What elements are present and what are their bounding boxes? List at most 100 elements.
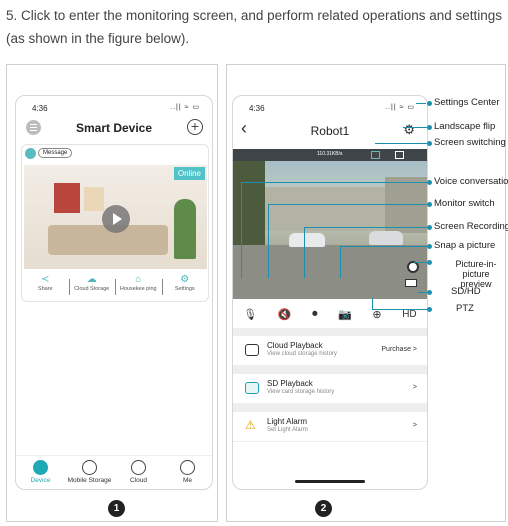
device-actions: ≺ Share ☁ Cloud Storage ⌂ Housekee ping ⚙ Se…: [22, 273, 208, 301]
callout-monitor-switch: Monitor switch: [434, 198, 495, 209]
home-indicator: [295, 480, 365, 483]
callout-line: [241, 182, 427, 183]
phone-screen-monitoring: 4:36 ..|| ≈ ▭ ‹ Robot1 ⚙ 110.31KB/s 🎙 🔇 …: [232, 95, 428, 490]
tab-label: Device: [30, 477, 51, 484]
screen-switch-icon[interactable]: [371, 151, 380, 159]
list-item-sd-playback[interactable]: SD Playback View card storage history >: [233, 374, 427, 404]
callout-dot: [427, 260, 432, 265]
divider: [233, 404, 427, 412]
bitrate-label: 110.31KB/s: [317, 151, 343, 157]
row-subtitle: View cloud storage history: [267, 351, 337, 357]
device-icon: [33, 460, 48, 475]
device-card[interactable]: Message Online ≺ Share ☁ Cloud Storage ⌂ Ho…: [21, 144, 209, 302]
cloud-icon: [131, 460, 146, 475]
callout-line: [304, 227, 305, 278]
row-title: SD Playback: [267, 379, 313, 388]
action-label: Share: [37, 286, 53, 292]
callout-sd-hd: SD/HD: [451, 286, 481, 297]
video-car: [369, 231, 403, 245]
camera-snap-icon[interactable]: 📷: [338, 308, 352, 321]
callout-line: [414, 262, 427, 263]
callout-dot: [427, 202, 432, 207]
signal-battery-icon: ..|| ≈ ▭: [170, 104, 200, 111]
tab-mobile-storage[interactable]: Mobile Storage: [65, 456, 114, 489]
mute-speaker-icon[interactable]: 🔇: [278, 308, 292, 321]
status-time: 4:36: [32, 104, 48, 113]
callout-line: [268, 204, 427, 205]
callout-dot: [427, 101, 432, 106]
camera-thumbnail[interactable]: Online: [24, 165, 207, 269]
step-number-2: 2: [315, 500, 332, 517]
bottom-tab-bar: Device Mobile Storage Cloud Me: [16, 455, 212, 489]
microphone-icon[interactable]: 🎙: [243, 308, 257, 321]
callout-dot: [427, 307, 432, 312]
signal-battery-icon: ..|| ≈ ▭: [385, 104, 415, 111]
cloud-storage-button[interactable]: ☁ Cloud Storage: [68, 273, 116, 301]
thumbnail-plant: [174, 199, 196, 259]
video-building: [265, 187, 385, 231]
hd-toggle[interactable]: HD: [402, 309, 416, 320]
settings-center-button[interactable]: ⚙: [403, 122, 415, 138]
callout-line: [416, 103, 426, 104]
picture-in-picture-icon[interactable]: [405, 279, 417, 287]
callout-dot: [427, 290, 432, 295]
callout-line: [403, 127, 427, 128]
record-icon[interactable]: ⏺: [312, 308, 318, 321]
row-subtitle: Set Light Alarm: [267, 427, 308, 433]
play-icon[interactable]: [102, 205, 130, 233]
callout-ptz: PTZ: [456, 303, 474, 314]
callout-dot: [427, 125, 432, 130]
cloud-playback-icon: [245, 344, 259, 356]
app-header: Smart Device +: [16, 118, 212, 140]
divider: [233, 366, 427, 374]
action-label: Housekee ping: [119, 286, 157, 292]
callout-settings-center: Settings Center: [434, 97, 500, 108]
tab-label: Me: [182, 477, 193, 484]
intro-text: 5. Click to enter the monitoring screen,…: [6, 8, 503, 46]
chevron-right-icon: >: [412, 384, 417, 391]
cloud-icon: ☁: [86, 274, 97, 285]
status-bar: 4:36 ..|| ≈ ▭: [16, 96, 212, 118]
callout-snap-picture: Snap a picture: [434, 240, 496, 251]
tab-label: Mobile Storage: [67, 477, 112, 484]
callout-line: [372, 309, 427, 310]
thumbnail-painting: [54, 183, 80, 213]
video-car: [289, 233, 325, 247]
landscape-flip-icon[interactable]: [395, 151, 404, 159]
purchase-link[interactable]: Purchase >: [381, 346, 417, 353]
add-device-button[interactable]: +: [187, 119, 203, 135]
live-video-view[interactable]: 110.31KB/s: [233, 149, 427, 299]
thumbnail-painting: [84, 187, 104, 211]
alarm-light-icon: ⚠: [245, 418, 256, 432]
playback-list: Cloud Playback View cloud storage histor…: [233, 328, 427, 442]
message-badge[interactable]: Message: [38, 148, 73, 158]
video-controls: 🎙 🔇 ⏺ 📷 ⊕ HD: [233, 303, 427, 325]
page-title: Smart Device: [75, 121, 153, 135]
tab-me[interactable]: Me: [163, 456, 212, 489]
list-item-light-alarm[interactable]: ⚠ Light Alarm Set Light Alarm >: [233, 412, 427, 442]
action-label: Cloud Storage: [74, 286, 110, 292]
sd-playback-icon: [245, 382, 259, 394]
callout-landscape-flip: Landscape flip: [434, 121, 496, 132]
row-title: Cloud Playback: [267, 341, 323, 350]
row-subtitle: View card storage history: [267, 389, 335, 395]
callout-line: [340, 246, 341, 278]
home-icon: ⌂: [135, 274, 142, 285]
housekeeping-button[interactable]: ⌂ Housekee ping: [115, 273, 162, 301]
callout-line: [418, 292, 427, 293]
status-time: 4:36: [249, 104, 265, 113]
phone-screen-device-list: 4:36 ..|| ≈ ▭ Smart Device + Message Onl…: [15, 95, 213, 490]
chevron-right-icon: >: [412, 422, 417, 429]
camera-icon: [25, 148, 36, 159]
callout-dot: [427, 244, 432, 249]
list-item-cloud-playback[interactable]: Cloud Playback View cloud storage histor…: [233, 336, 427, 366]
settings-button[interactable]: ⚙ Settings: [161, 273, 209, 301]
tab-device[interactable]: Device: [16, 456, 65, 489]
video-top-bar: 110.31KB/s: [233, 149, 427, 161]
row-title: Light Alarm: [267, 417, 308, 426]
page-title: Robot1: [310, 124, 350, 138]
share-button[interactable]: ≺ Share: [22, 273, 69, 301]
divider: [233, 328, 427, 336]
tab-cloud[interactable]: Cloud: [114, 456, 163, 489]
callout-line: [268, 204, 269, 278]
